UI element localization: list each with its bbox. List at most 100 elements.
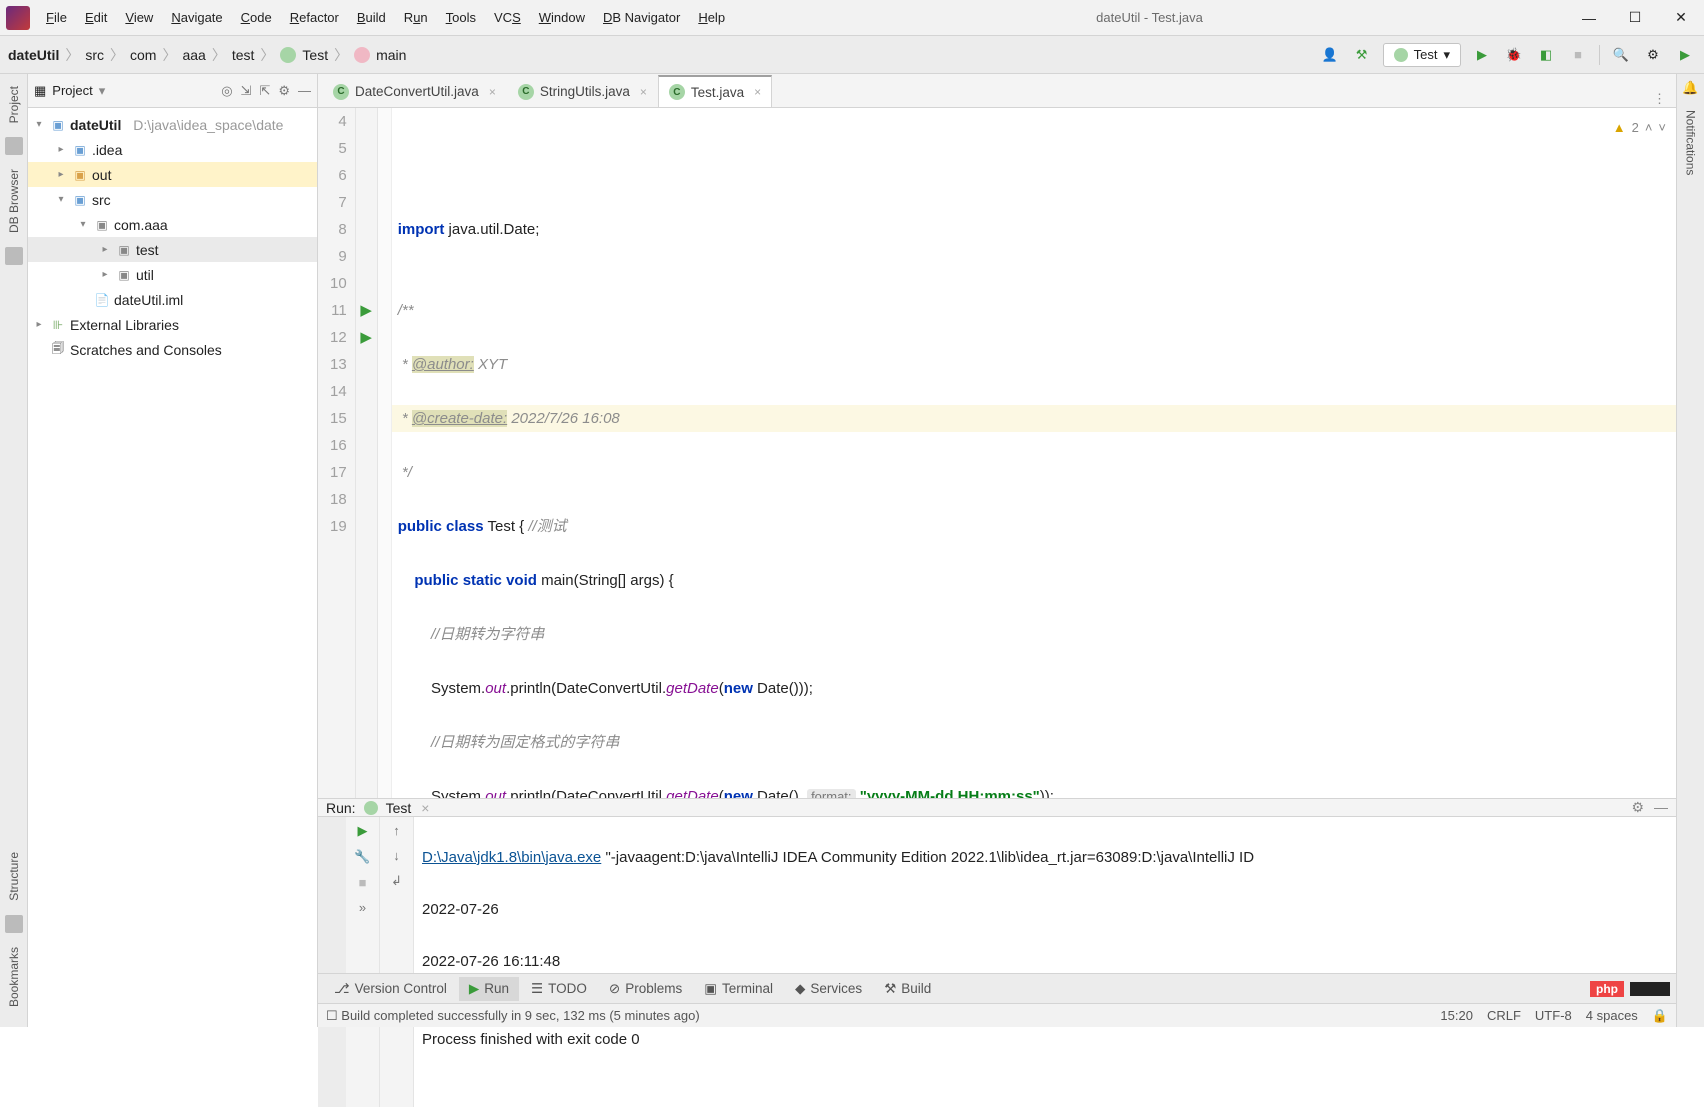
tool-bookmarks[interactable]: Bookmarks [7,941,21,1013]
next-highlight-icon[interactable]: ˅ [1658,114,1666,141]
wrap-icon[interactable]: ↲ [391,873,402,889]
menu-help[interactable]: Help [690,4,733,31]
crumb-src[interactable]: src [85,47,104,63]
tree-idea[interactable]: ▸▣.idea [28,137,317,162]
indent-info[interactable]: 4 spaces [1586,1008,1638,1024]
line-separator[interactable]: CRLF [1487,1008,1521,1024]
tab-list-icon[interactable]: ⋮ [1643,91,1676,107]
btab-run[interactable]: ▶Run [459,977,519,1001]
gear-icon[interactable]: ⚙ [1631,799,1644,816]
settings-icon[interactable]: ⚙ [278,83,290,99]
menu-window[interactable]: Window [531,4,593,31]
menu-build[interactable]: Build [349,4,394,31]
menu-edit[interactable]: Edit [77,4,115,31]
java-exe-link[interactable]: D:\Java\jdk1.8\bin\java.exe [422,849,601,866]
menu-run[interactable]: Run [396,4,436,31]
crumb-com[interactable]: com [130,47,156,63]
search-icon[interactable]: 🔍 [1610,44,1632,66]
tool-project[interactable]: Project [7,80,21,129]
crumb-class[interactable]: Test [302,47,328,63]
menu-tools[interactable]: Tools [438,4,484,31]
tab-stringutils[interactable]: CStringUtils.java× [507,75,658,107]
menu-code[interactable]: Code [233,4,280,31]
close-button[interactable]: ✕ [1658,0,1704,36]
crumb-method[interactable]: main [376,47,406,63]
btab-todo[interactable]: ☰TODO [521,977,597,1001]
close-icon[interactable]: × [489,85,496,99]
run-gutter[interactable]: ▶ ▶ [356,108,378,798]
tree-extlib[interactable]: ▸⊪External Libraries [28,312,317,337]
close-icon[interactable]: × [421,800,429,816]
down-icon[interactable]: ↓ [393,848,400,863]
run-line-icon[interactable]: ▶ [356,297,377,324]
close-icon[interactable]: × [754,85,761,99]
run-config-selector[interactable]: Test ▾ [1383,43,1461,67]
project-view-icon[interactable]: ▦ [34,83,46,99]
stop-button[interactable]: ■ [1567,44,1589,66]
tree-iml[interactable]: 📄dateUtil.iml [28,287,317,312]
file-encoding[interactable]: UTF-8 [1535,1008,1572,1024]
menu-dbnav[interactable]: DB Navigator [595,4,688,31]
btab-build[interactable]: ⚒Build [874,977,941,1001]
menu-refactor[interactable]: Refactor [282,4,347,31]
project-rail-icon[interactable] [5,137,23,155]
target-icon[interactable]: ◎ [221,83,232,99]
menu-vcs[interactable]: VCS [486,4,529,31]
btab-services[interactable]: ◆Services [785,977,872,1001]
btab-problems[interactable]: ⊘Problems [599,977,692,1001]
project-pane-title[interactable]: Project [52,83,92,98]
lock-icon[interactable]: 🔒 [1652,1008,1668,1024]
caret-position[interactable]: 15:20 [1440,1008,1473,1024]
run-anything-icon[interactable]: ▶ [1674,44,1696,66]
tree-src[interactable]: ▾▣src [28,187,317,212]
btab-terminal[interactable]: ▣Terminal [694,977,783,1001]
tab-test[interactable]: CTest.java× [658,75,772,107]
menu-file[interactable]: File [38,4,75,31]
hammer-icon[interactable]: ⚒ [1351,44,1373,66]
tool-dbbrowser[interactable]: DB Browser [7,163,21,239]
menu-navigate[interactable]: Navigate [163,4,230,31]
coverage-button[interactable]: ◧ [1535,44,1557,66]
code-editor[interactable]: 4567 891011 12131415 16171819 ▶ ▶ ▲ [318,108,1676,798]
tree-test[interactable]: ▸▣test [28,237,317,262]
chevron-down-icon[interactable]: ▾ [99,83,106,99]
tree-root[interactable]: ▾▣ dateUtil D:\java\idea_space\date [28,112,317,137]
line-gutter[interactable]: 4567 891011 12131415 16171819 [318,108,356,798]
wrench-icon[interactable]: 🔧 [354,849,370,865]
tool-notifications[interactable]: Notifications [1684,104,1698,181]
tree-out[interactable]: ▸▣out [28,162,317,187]
crumb-root[interactable]: dateUtil [8,47,59,63]
tab-dateconvertutil[interactable]: CDateConvertUtil.java× [322,75,507,107]
breadcrumb[interactable]: dateUtil〉 src〉 com〉 aaa〉 test〉 Test〉 mai… [8,45,406,65]
gear-icon[interactable]: ⚙ [1642,44,1664,66]
code-area[interactable]: ▲2 ˄ ˅ import java.util.Date; /** * @aut… [392,108,1676,798]
fold-gutter[interactable] [378,108,392,798]
btab-vcs[interactable]: ⎇Version Control [324,977,457,1001]
crumb-aaa[interactable]: aaa [182,47,205,63]
maximize-button[interactable]: ☐ [1612,0,1658,36]
expand-icon[interactable]: ⇲ [241,83,252,99]
collapse-icon[interactable]: ⇱ [259,83,270,99]
structure-rail-icon[interactable] [5,915,23,933]
inspection-badge[interactable]: ▲2 ˄ ˅ [1613,114,1666,141]
tree-scratch[interactable]: 🗐Scratches and Consoles [28,337,317,362]
prev-highlight-icon[interactable]: ˄ [1645,114,1653,141]
crumb-test[interactable]: test [232,47,255,63]
tree-util[interactable]: ▸▣util [28,262,317,287]
console-output[interactable]: D:\Java\jdk1.8\bin\java.exe "-javaagent:… [414,817,1676,1107]
tree-pkg[interactable]: ▾▣com.aaa [28,212,317,237]
user-icon[interactable]: 👤 [1319,44,1341,66]
stop-button[interactable]: ■ [359,875,367,890]
minimize-button[interactable]: — [1566,0,1612,36]
hide-icon[interactable]: — [1654,799,1668,816]
tool-structure[interactable]: Structure [7,846,21,907]
main-menu[interactable]: File Edit View Navigate Code Refactor Bu… [38,4,733,31]
db-rail-icon[interactable] [5,247,23,265]
bell-icon[interactable]: 🔔 [1682,80,1698,96]
up-icon[interactable]: ↑ [393,823,400,838]
run-line-icon[interactable]: ▶ [356,324,377,351]
debug-button[interactable]: 🐞 [1503,44,1525,66]
menu-view[interactable]: View [117,4,161,31]
more-icon[interactable]: » [359,900,366,915]
project-tree[interactable]: ▾▣ dateUtil D:\java\idea_space\date ▸▣.i… [28,108,317,1027]
